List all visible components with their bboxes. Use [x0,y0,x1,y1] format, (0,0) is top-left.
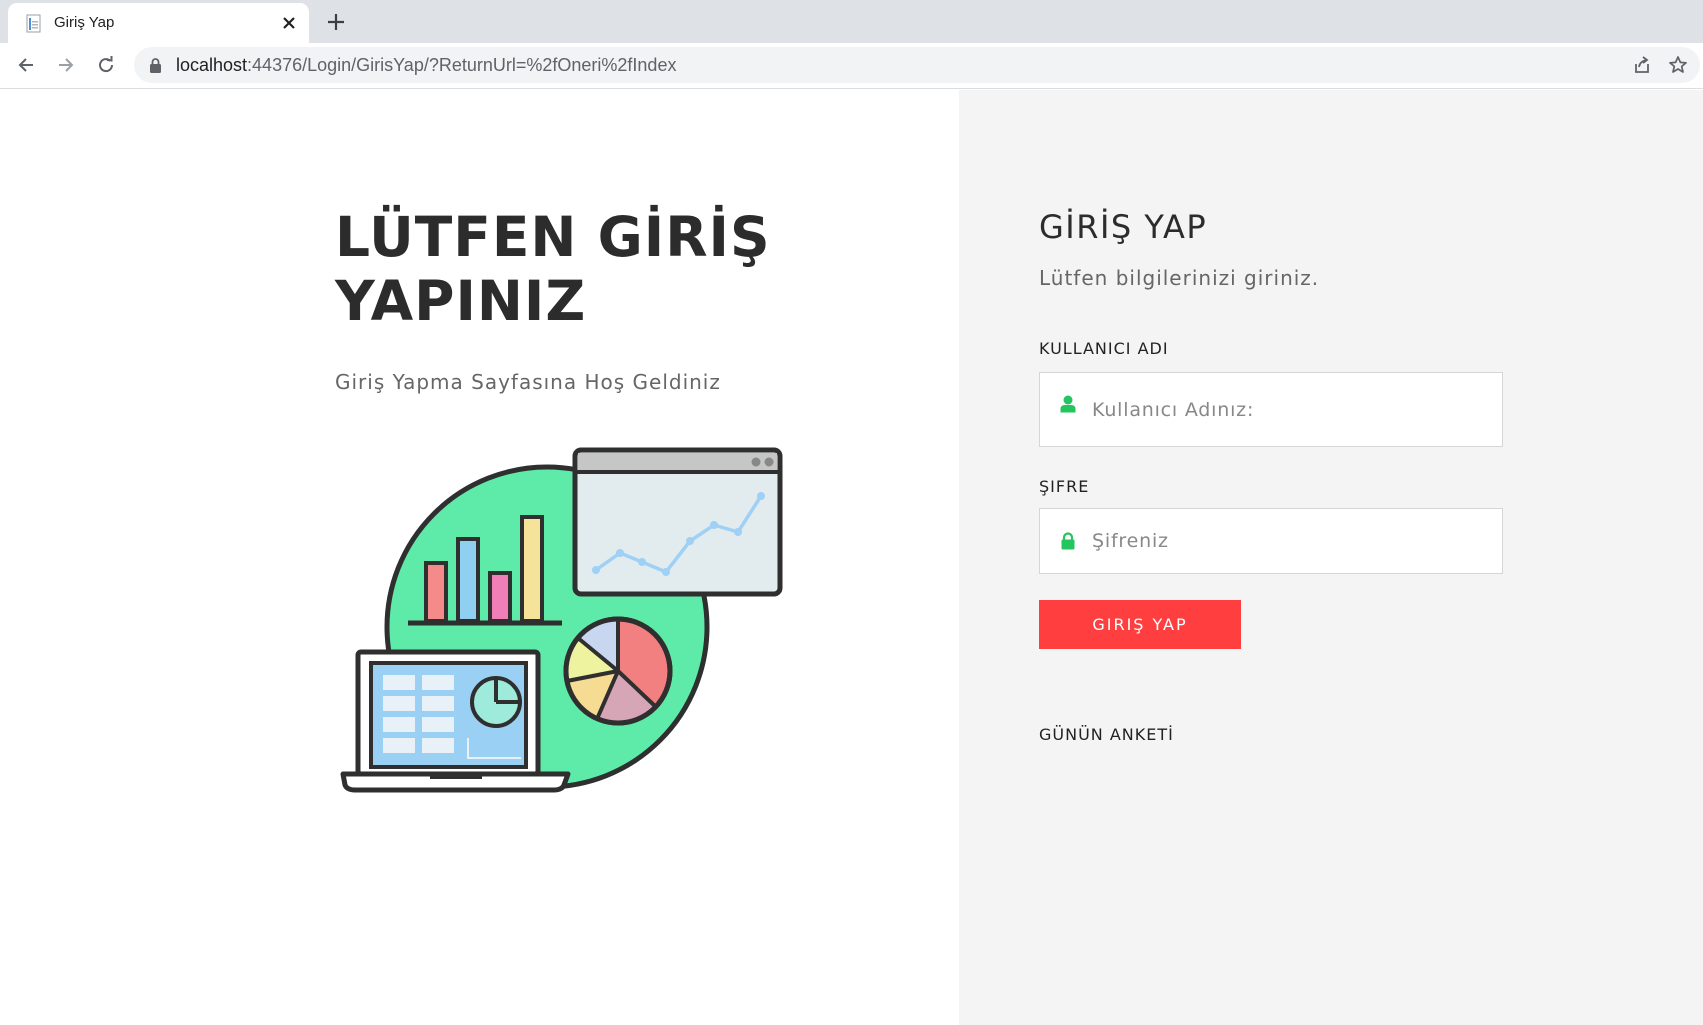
lock-icon [1061,532,1075,550]
url-path: :44376/Login/GirisYap/?ReturnUrl=%2fOner… [247,55,677,75]
browser-toolbar: localhost:44376/Login/GirisYap/?ReturnUr… [0,43,1703,89]
hero-title-line-2: YAPINIZ [335,269,587,333]
user-icon [1060,395,1076,413]
star-icon[interactable] [1666,53,1690,77]
hero-subtitle: Giriş Yapma Sayfasına Hoş Geldiniz [335,370,721,394]
login-button[interactable]: GIRIŞ YAP [1039,600,1241,649]
close-icon[interactable] [279,13,299,33]
password-input[interactable] [1092,509,1482,573]
plus-icon[interactable] [322,9,350,35]
hero-title-line-1: LÜTFEN GİRİŞ [335,205,771,269]
url-host: localhost [176,55,248,75]
lock-icon [150,58,161,73]
arrow-right-icon[interactable] [52,51,80,79]
document-icon [26,14,41,33]
share-icon[interactable] [1630,53,1654,77]
password-field[interactable] [1039,508,1503,574]
tab-title: Giriş Yap [54,14,115,31]
reload-icon[interactable] [92,51,120,79]
hero-title: LÜTFEN GİRİŞ YAPINIZ [335,205,855,333]
poll-title: GÜNÜN ANKETİ [1039,725,1174,744]
password-label: ŞIFRE [1039,477,1090,496]
username-input[interactable] [1092,373,1482,446]
url-text[interactable]: localhost:44376/Login/GirisYap/?ReturnUr… [176,55,676,76]
form-subtitle: Lütfen bilgilerinizi giriniz. [1039,266,1320,290]
browser-tab[interactable]: Giriş Yap [8,3,309,43]
welcome-panel: LÜTFEN GİRİŞ YAPINIZ Giriş Yapma Sayfası… [0,90,959,1025]
username-label: KULLANICI ADI [1039,339,1169,358]
login-page: LÜTFEN GİRİŞ YAPINIZ Giriş Yapma Sayfası… [0,90,1703,1025]
arrow-left-icon[interactable] [12,51,40,79]
username-field[interactable] [1039,372,1503,447]
address-bar[interactable]: localhost:44376/Login/GirisYap/?ReturnUr… [134,47,1700,83]
analytics-illustration [340,447,783,793]
tab-strip: Giriş Yap [0,0,1703,43]
form-title: GİRİŞ YAP [1039,208,1208,246]
